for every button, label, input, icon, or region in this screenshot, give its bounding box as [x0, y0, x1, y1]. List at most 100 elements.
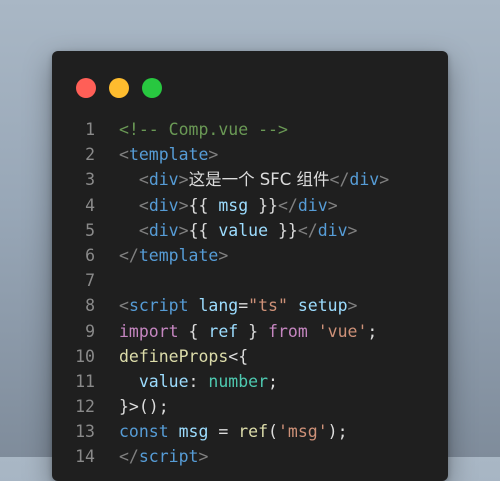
- line-number: 11: [75, 371, 95, 391]
- code-token-text: ;: [268, 371, 278, 391]
- code-token-keyword: from: [268, 321, 308, 341]
- code-token-string: 'vue': [317, 321, 368, 341]
- code-token-tag: div: [317, 220, 348, 240]
- code-text: </script>: [119, 444, 208, 469]
- code-token-text: );: [327, 422, 348, 442]
- code-token-text: 这是一个 SFC 组件: [188, 170, 330, 190]
- code-line: 13 const msg = ref('msg');: [52, 419, 448, 444]
- code-token-text: }}: [248, 195, 278, 215]
- code-line: 11 value: number;: [52, 369, 448, 394]
- code-token-bracket: <: [138, 170, 149, 190]
- code-token-attribute: setup: [297, 296, 348, 316]
- line-number: 8: [85, 296, 95, 316]
- code-token-attribute: msg: [218, 195, 249, 215]
- code-token-text: ;: [367, 321, 378, 341]
- code-block: 1 <!-- Comp.vue --> 2 <template> 3 <div>这是一个…: [52, 117, 448, 470]
- code-token-attribute: ref: [208, 321, 239, 341]
- code-token-bracket: >: [178, 195, 189, 215]
- code-token-attribute: value: [218, 220, 269, 240]
- code-token-text: }: [238, 321, 269, 341]
- window-controls: [76, 78, 162, 98]
- code-line: 5 <div>{{ value }}</div>: [52, 218, 448, 243]
- code-text: <div>{{ value }}</div>: [119, 218, 358, 243]
- code-token-function: ref: [238, 422, 269, 442]
- code-text: <div>{{ msg }}</div>: [119, 193, 338, 218]
- code-token-string: 'msg': [277, 422, 328, 442]
- code-token-bracket: >: [208, 145, 219, 165]
- code-token-tag: div: [148, 195, 179, 215]
- code-token-bracket: <: [138, 220, 149, 240]
- code-token-text: {{: [188, 195, 219, 215]
- maximize-dot[interactable]: [142, 78, 162, 98]
- code-text: <script lang="ts" setup>: [119, 293, 357, 318]
- code-token-text: {{: [188, 220, 219, 240]
- code-token-bracket: >: [327, 195, 338, 215]
- code-window: 1 <!-- Comp.vue --> 2 <template> 3 <div>这是一个…: [52, 51, 448, 481]
- code-line: 8 <script lang="ts" setup>: [52, 293, 448, 318]
- code-token-text: =: [238, 296, 249, 316]
- line-number: 9: [85, 321, 95, 341]
- code-token-tag: script: [128, 296, 189, 316]
- code-token-function: defineProps: [119, 346, 229, 366]
- code-token-tag: div: [148, 220, 179, 240]
- code-line: 14 </script>: [52, 444, 448, 469]
- line-number: 6: [85, 245, 95, 265]
- code-token-attribute: lang: [198, 296, 239, 316]
- code-line: 4 <div>{{ msg }}</div>: [52, 193, 448, 218]
- code-token-text: =: [208, 422, 239, 442]
- code-line: 2 <template>: [52, 142, 448, 167]
- line-number: 2: [85, 145, 95, 165]
- line-number: 1: [85, 120, 95, 139]
- code-token-bracket: <: [119, 296, 129, 316]
- minimize-dot[interactable]: [109, 78, 129, 98]
- code-line: 10 defineProps<{: [52, 344, 448, 369]
- code-token-tag: template: [128, 145, 209, 165]
- code-line: 6 </template>: [52, 243, 448, 268]
- line-number: 5: [85, 220, 95, 240]
- code-line: 7: [52, 268, 448, 293]
- code-text: value: number;: [119, 369, 278, 394]
- code-token-type: number: [208, 371, 269, 391]
- line-number: 10: [75, 346, 95, 366]
- code-token-attribute: msg: [178, 422, 209, 442]
- code-token-bracket: </: [297, 220, 318, 240]
- code-token-text: {: [178, 321, 209, 341]
- code-token-comment: <!-- Comp.vue -->: [119, 120, 288, 139]
- code-token-tag: div: [349, 170, 380, 190]
- code-token-bracket: <: [138, 195, 149, 215]
- code-token-tag: template: [138, 245, 219, 265]
- code-token-keyword: import: [119, 321, 179, 341]
- code-text: defineProps<{: [119, 344, 248, 369]
- code-text: </template>: [119, 243, 228, 268]
- code-token-bracket: </: [329, 170, 350, 190]
- code-text: <template>: [119, 142, 218, 167]
- code-line: 9 import { ref } from 'vue';: [52, 319, 448, 344]
- line-number: 13: [75, 422, 95, 442]
- code-token-bracket: >: [178, 170, 189, 190]
- code-token-bracket: </: [278, 195, 298, 215]
- code-token-bracket: >: [347, 296, 358, 316]
- code-text: import { ref } from 'vue';: [119, 319, 377, 344]
- code-token-bracket: >: [178, 220, 189, 240]
- code-token-text: (: [268, 422, 278, 442]
- code-token-attribute: value: [138, 371, 189, 391]
- code-text: }>();: [119, 394, 169, 419]
- line-number: 14: [75, 447, 95, 467]
- code-token-bracket: </: [119, 245, 139, 265]
- code-token-bracket: >: [347, 220, 358, 240]
- code-token-text: :: [188, 371, 209, 391]
- close-dot[interactable]: [76, 78, 96, 98]
- code-line: 12}>();: [52, 394, 448, 419]
- code-text: const msg = ref('msg');: [119, 419, 348, 444]
- code-token-text: <{: [228, 346, 249, 366]
- code-token-tag: const: [119, 422, 169, 442]
- code-token-tag: div: [148, 170, 179, 190]
- code-line: 1 <!-- Comp.vue -->: [52, 117, 448, 142]
- code-token-string: "ts": [248, 296, 288, 316]
- code-token-bracket: >: [218, 245, 229, 265]
